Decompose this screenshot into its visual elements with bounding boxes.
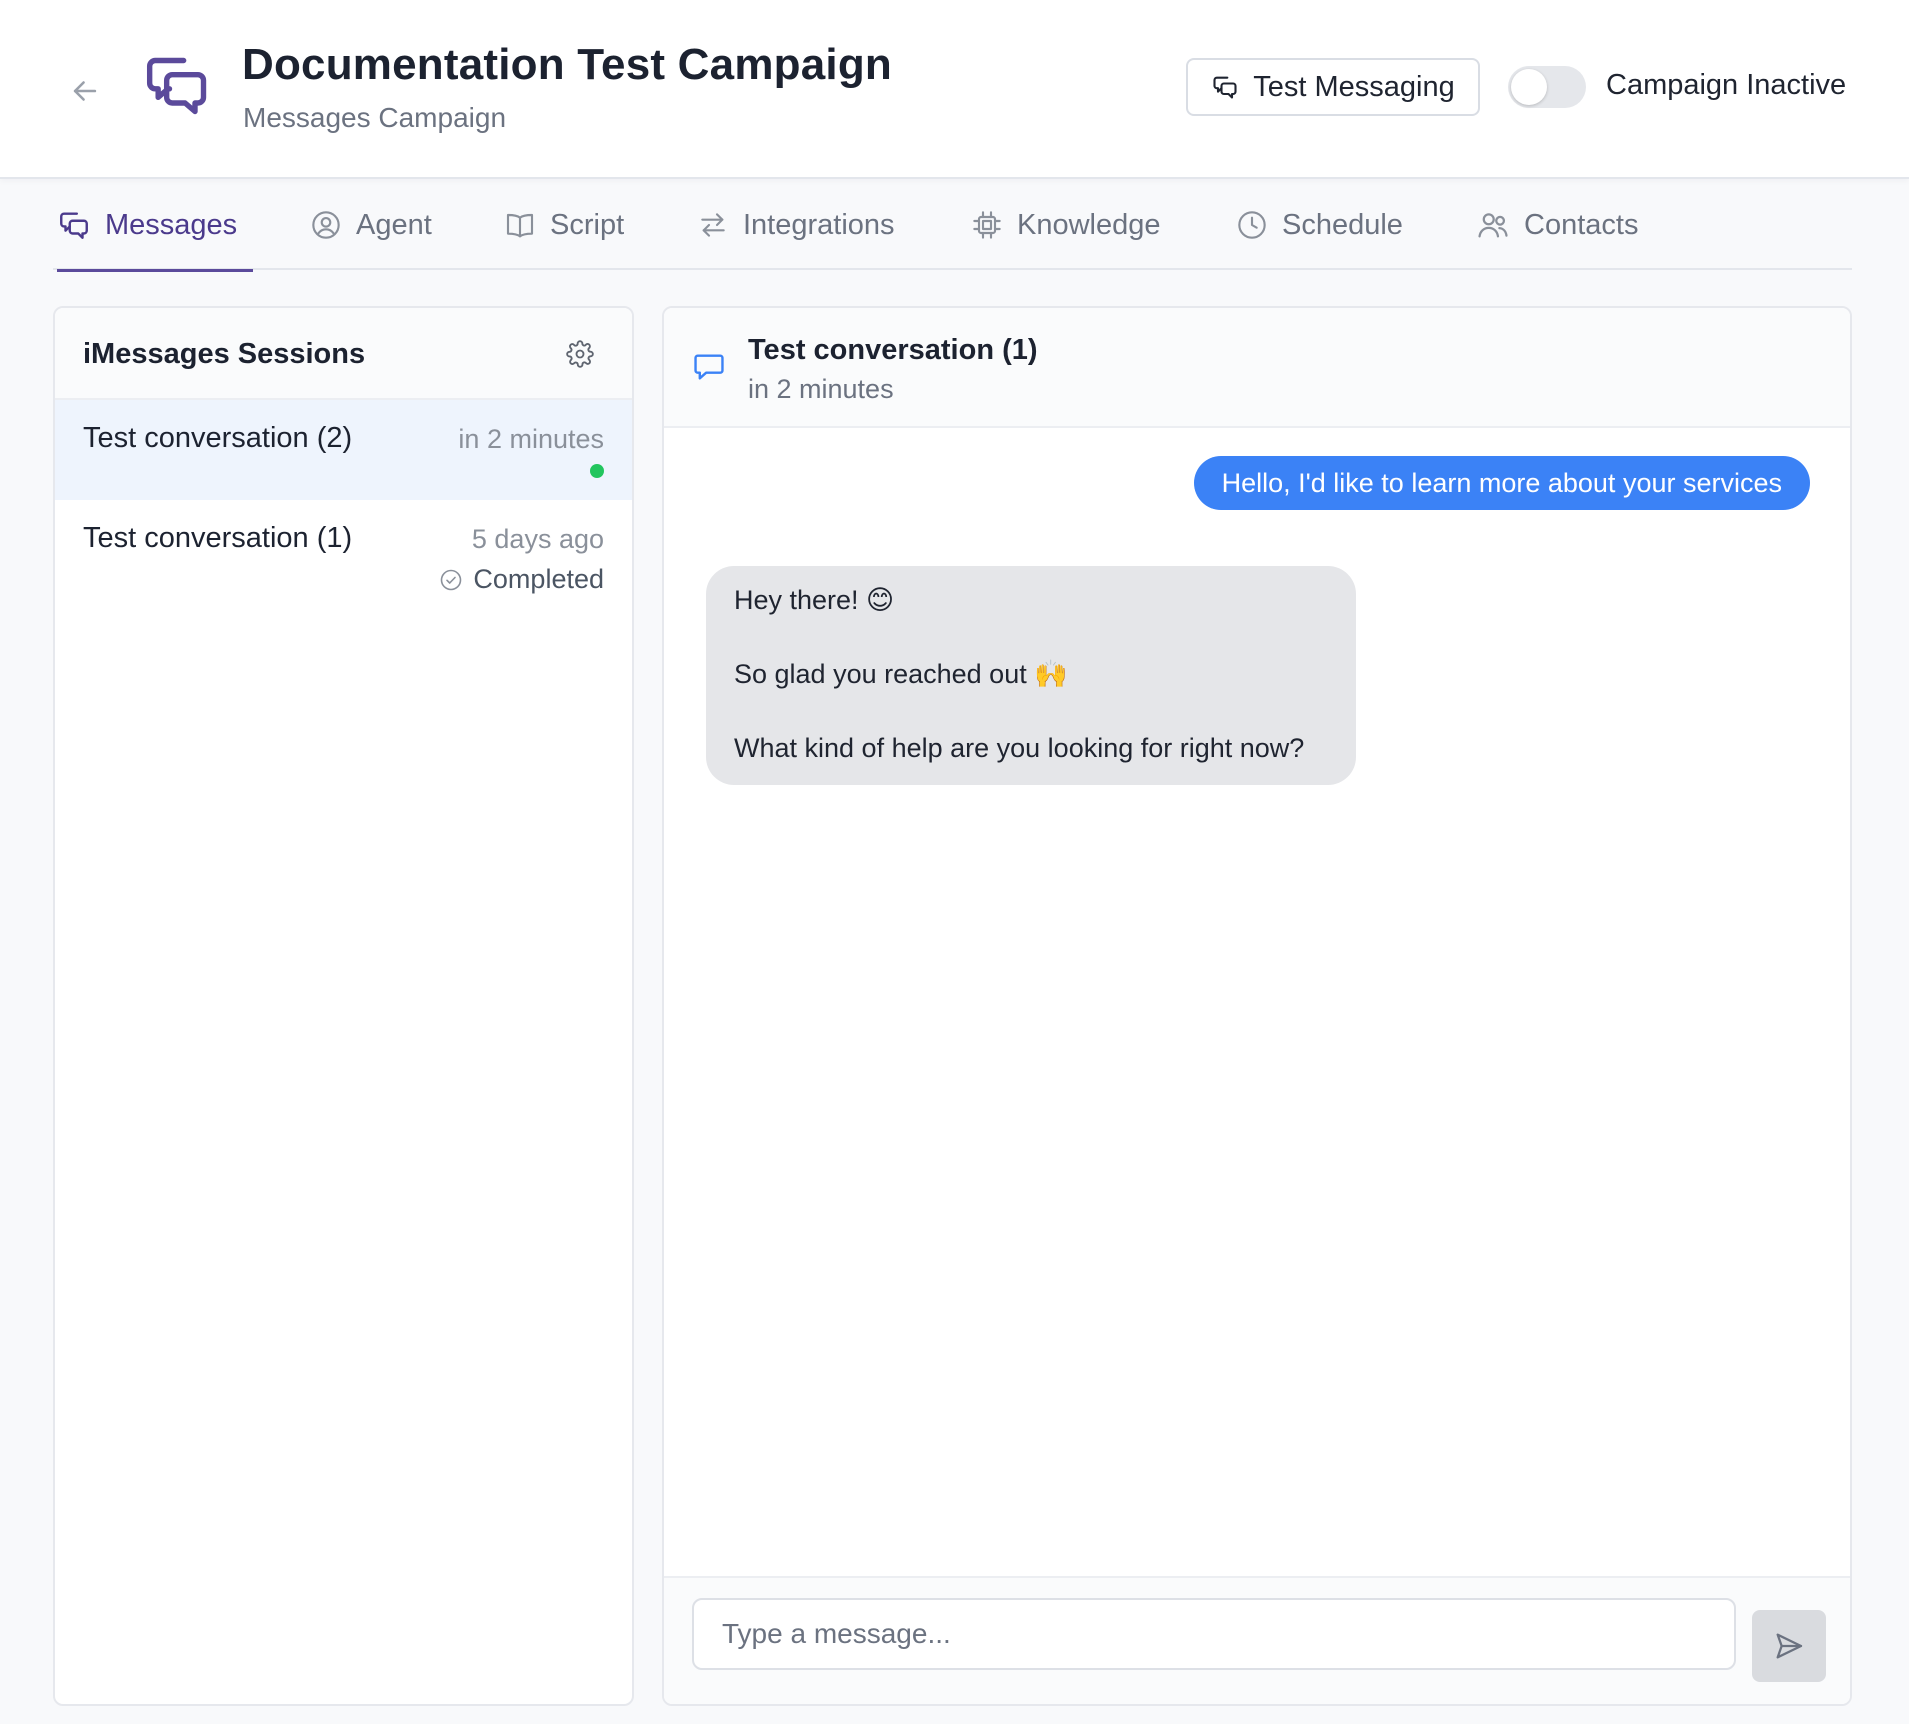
tab-contacts[interactable]: Contacts (1476, 180, 1638, 270)
arrow-left-icon (68, 74, 102, 108)
session-item[interactable]: Test conversation (1) 5 days ago Complet… (55, 500, 632, 610)
sessions-panel: iMessages Sessions Test conversation (2)… (53, 306, 634, 1706)
test-messaging-button[interactable]: Test Messaging (1186, 58, 1480, 116)
back-button[interactable] (62, 68, 108, 114)
session-status: Completed (439, 564, 604, 595)
tab-agent[interactable]: Agent (310, 180, 432, 270)
conversation-header: Test conversation (1) in 2 minutes (664, 308, 1850, 428)
arrows-exchange-icon (697, 209, 729, 241)
sessions-settings-button[interactable] (566, 340, 594, 368)
campaign-active-toggle[interactable] (1508, 66, 1586, 108)
gear-icon (566, 340, 594, 368)
session-item[interactable]: Test conversation (2) in 2 minutes (55, 400, 632, 500)
users-icon (1476, 208, 1510, 242)
tab-script[interactable]: Script (504, 180, 624, 270)
tab-label: Script (550, 208, 625, 241)
chip-icon (971, 209, 1003, 241)
message-line: So glad you reached out 🙌 (734, 659, 1068, 689)
test-messaging-label: Test Messaging (1253, 70, 1455, 103)
user-circle-icon (310, 209, 342, 241)
tab-integrations[interactable]: Integrations (697, 180, 895, 270)
active-tab-indicator (57, 269, 253, 272)
tab-schedule[interactable]: Schedule (1236, 180, 1403, 270)
conversation-panel: Test conversation (1) in 2 minutes Hello… (662, 306, 1852, 1706)
clock-icon (1236, 209, 1268, 241)
message-composer (664, 1576, 1850, 1704)
toggle-knob (1511, 69, 1547, 105)
sessions-header: iMessages Sessions (55, 308, 632, 400)
message-input[interactable] (692, 1598, 1736, 1670)
agent-message-bubble: Hey there! 😊 So glad you reached out 🙌 W… (706, 566, 1356, 785)
campaign-tabs: Messages Agent Script Integrations Knowl… (53, 180, 1852, 272)
tab-label: Integrations (743, 208, 895, 241)
message-line: Hey there! 😊 (734, 585, 895, 615)
tab-label: Messages (105, 208, 238, 241)
campaign-header: Documentation Test Campaign Messages Cam… (0, 0, 1909, 179)
conversation-title: Test conversation (1) (748, 334, 1038, 366)
send-icon (1773, 1630, 1805, 1662)
send-button[interactable] (1752, 1610, 1826, 1682)
online-status-dot (590, 464, 604, 478)
chat-bubbles-icon (144, 52, 212, 120)
conversation-subtitle: in 2 minutes (748, 374, 894, 404)
session-name: Test conversation (2) (83, 422, 353, 454)
book-icon (504, 209, 536, 241)
chat-bubbles-icon (57, 208, 91, 242)
check-circle-icon (439, 568, 463, 592)
user-message-bubble: Hello, I'd like to learn more about your… (1193, 456, 1810, 510)
tab-messages[interactable]: Messages (57, 180, 253, 272)
session-name: Test conversation (1) (83, 522, 353, 554)
session-status-label: Completed (473, 564, 604, 594)
tab-knowledge[interactable]: Knowledge (971, 180, 1161, 270)
tab-label: Contacts (1524, 208, 1639, 241)
session-time: 5 days ago (471, 524, 604, 554)
campaign-status-label: Campaign Inactive (1606, 69, 1847, 101)
page-subtitle: Messages Campaign (243, 102, 507, 133)
sessions-title: iMessages Sessions (83, 338, 366, 370)
tab-label: Knowledge (1017, 208, 1161, 241)
page-title: Documentation Test Campaign (242, 40, 892, 89)
chat-bubbles-icon (1211, 73, 1239, 101)
chat-bubble-icon (692, 350, 726, 384)
tab-label: Agent (356, 208, 432, 241)
session-time: in 2 minutes (458, 424, 604, 454)
message-line: What kind of help are you looking for ri… (734, 733, 1305, 763)
tab-label: Schedule (1282, 208, 1403, 241)
